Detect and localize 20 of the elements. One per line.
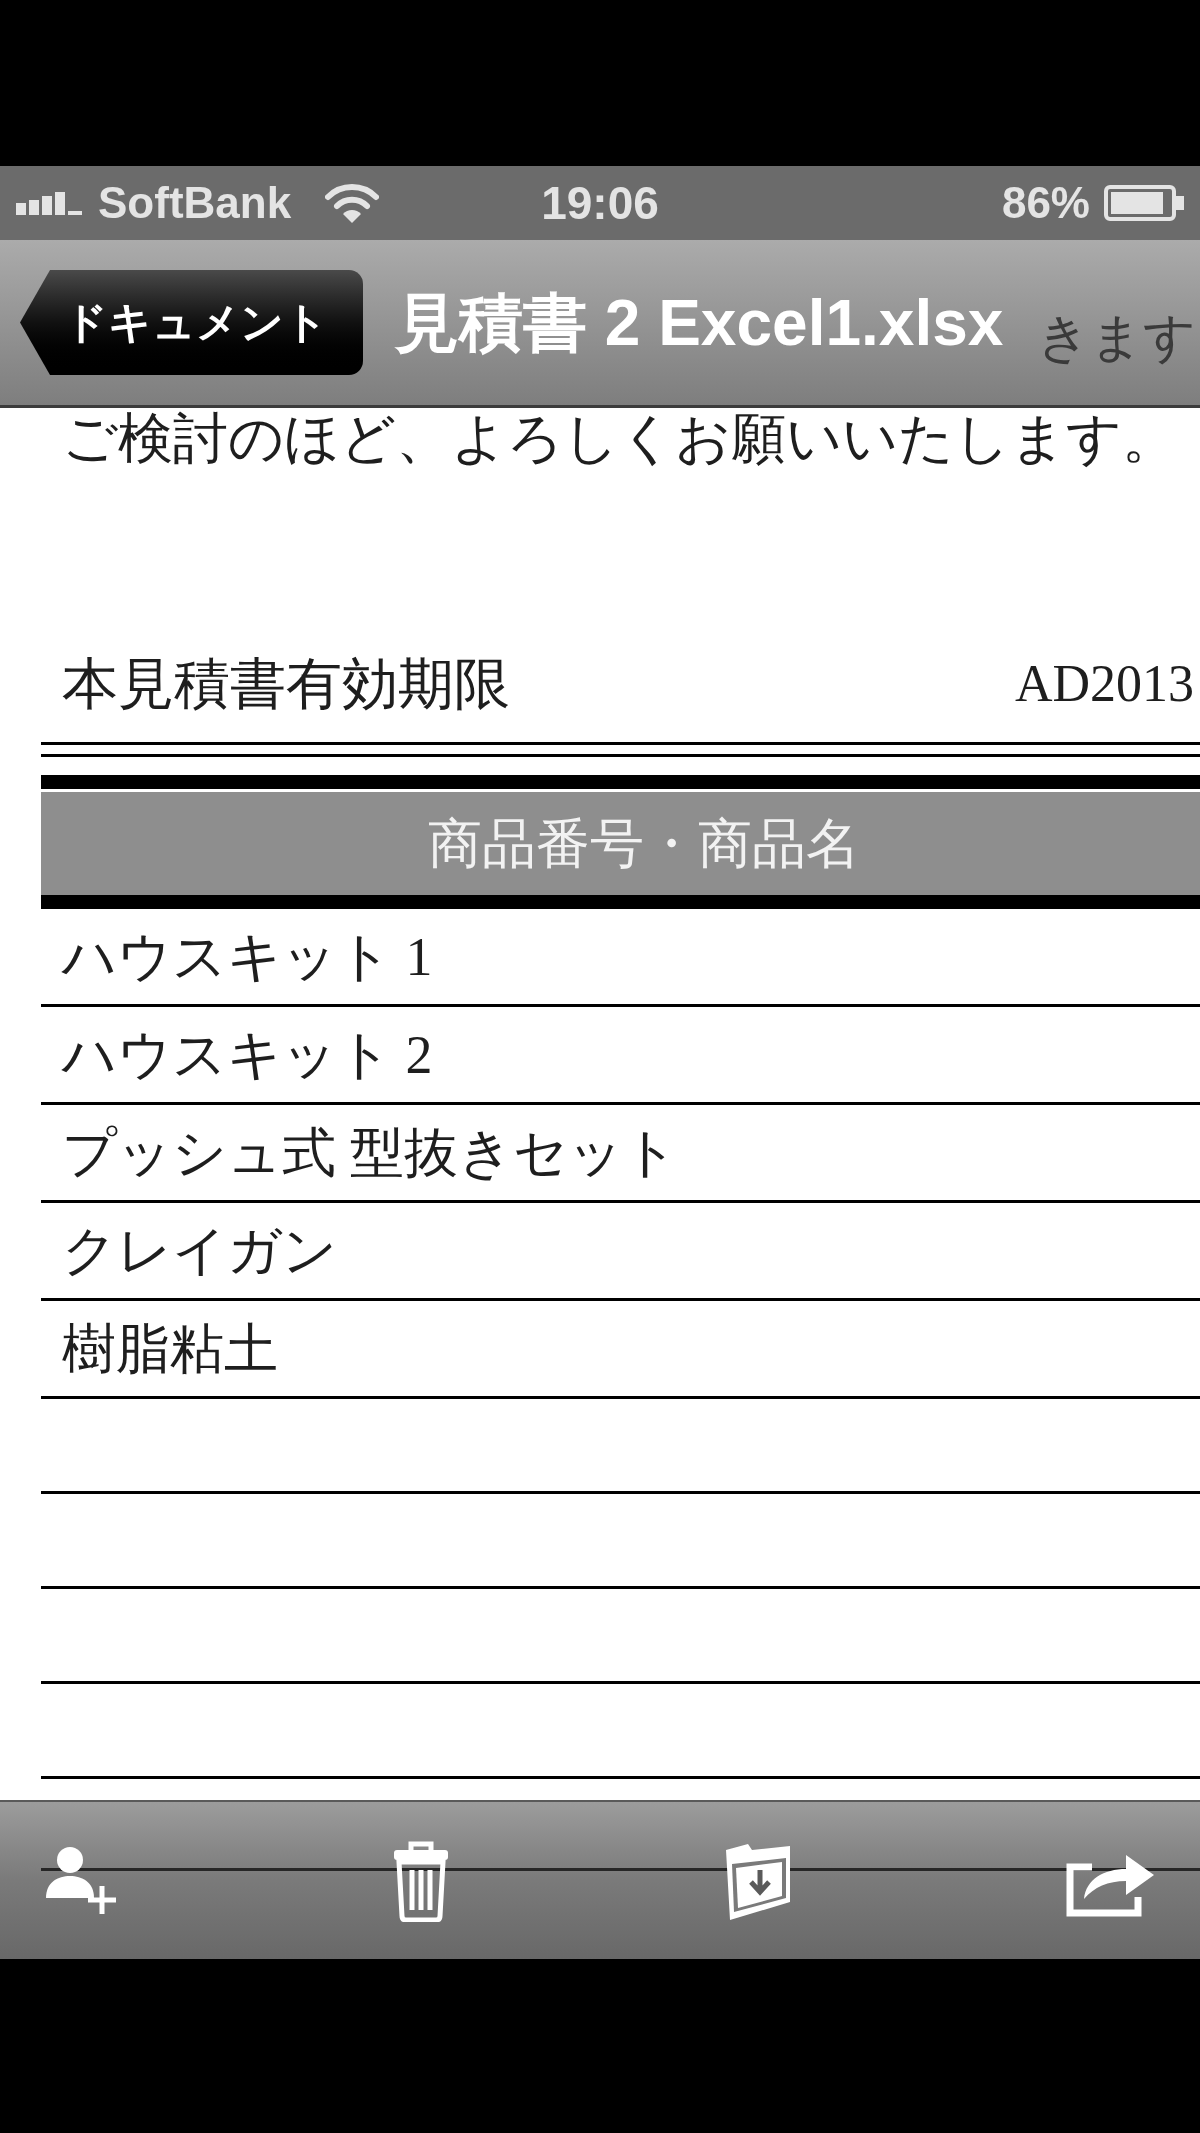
signal-bars-icon: [16, 191, 84, 215]
wifi-icon: [325, 183, 380, 223]
product-name-cell: ハウスキット 1: [62, 929, 433, 984]
validity-value: AD2013: [1014, 658, 1195, 710]
product-name-cell: クレイガン: [62, 1223, 337, 1278]
trash-icon: [392, 1839, 450, 1922]
product-name-cell: プッシュ式 型抜きセット: [62, 1125, 678, 1180]
carrier-name: SoftBank: [98, 181, 292, 225]
column-heading: 商品番号・商品名: [427, 816, 860, 871]
battery-percent: 86%: [1001, 181, 1090, 225]
product-name-cell: 樹脂粘土: [62, 1321, 278, 1376]
validity-label: 本見積書有効期限: [62, 656, 510, 712]
clock-time: 19:06: [541, 180, 659, 226]
intro-text: ご検討のほど、よろしくお願いいたします。: [62, 410, 1177, 466]
document-text-behind: きます: [1037, 310, 1197, 363]
product-name-cell: ハウスキット 2: [62, 1027, 433, 1082]
back-button[interactable]: ドキュメント: [20, 270, 363, 375]
battery-icon: [1104, 185, 1184, 221]
screen-title: 見積書 2 Excel1.xlsx: [395, 290, 1004, 355]
delete-button[interactable]: [392, 1839, 450, 1922]
